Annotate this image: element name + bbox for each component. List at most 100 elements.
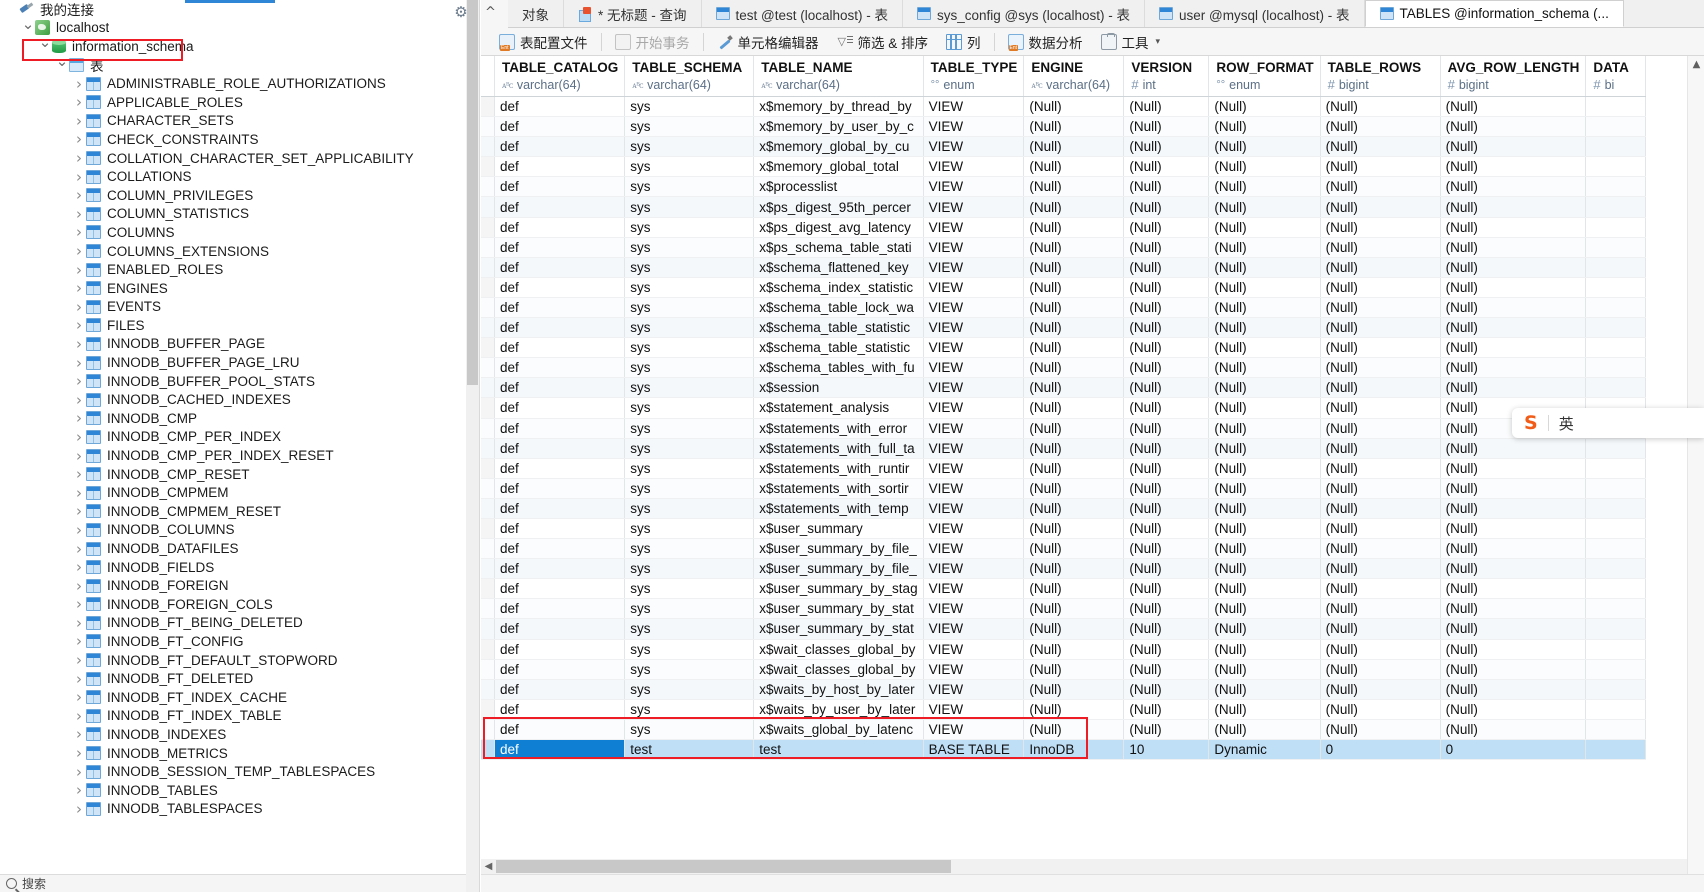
cell-engine[interactable]: (Null) [1024, 579, 1124, 599]
cell-avg_row_length[interactable]: (Null) [1440, 539, 1586, 559]
chevron-right-icon[interactable] [72, 688, 86, 706]
cell-table_rows[interactable]: (Null) [1320, 619, 1440, 639]
cell-avg_row_length[interactable]: 0 [1440, 740, 1586, 760]
table-row[interactable]: defsysx$user_summary_by_statVIEW(Null)(N… [481, 619, 1646, 639]
cell-version[interactable]: 10 [1124, 740, 1209, 760]
cell-table_schema[interactable]: sys [625, 157, 754, 177]
cell-row_format[interactable]: (Null) [1209, 619, 1320, 639]
cell-table_schema[interactable]: sys [625, 699, 754, 719]
cell-version[interactable]: (Null) [1124, 599, 1209, 619]
cell-version[interactable]: (Null) [1124, 237, 1209, 257]
cell-table_catalog[interactable]: def [495, 619, 625, 639]
tree-item-innodb-cmp-reset[interactable]: INNODB_CMP_RESET [0, 465, 479, 484]
row-indicator[interactable] [481, 719, 495, 739]
cell-data[interactable] [1586, 318, 1646, 338]
sidebar-search-status[interactable]: 搜索 [0, 874, 467, 892]
cell-data[interactable] [1586, 719, 1646, 739]
cell-version[interactable]: (Null) [1124, 318, 1209, 338]
cell-table_schema[interactable]: sys [625, 458, 754, 478]
cell-row_format[interactable]: (Null) [1209, 719, 1320, 739]
cell-table_catalog[interactable]: def [495, 398, 625, 418]
cell-table_rows[interactable]: 0 [1320, 740, 1440, 760]
cell-avg_row_length[interactable]: (Null) [1440, 559, 1586, 579]
tree-item-character-sets[interactable]: CHARACTER_SETS [0, 112, 479, 131]
cell-table_type[interactable]: VIEW [923, 297, 1024, 317]
row-indicator[interactable] [481, 740, 495, 760]
tree-item-innodb-ft-index-table[interactable]: INNODB_FT_INDEX_TABLE [0, 707, 479, 726]
tab-sys-config-sys-localhost[interactable]: sys_config @sys (localhost) - 表 [903, 0, 1145, 27]
cell-avg_row_length[interactable]: (Null) [1440, 619, 1586, 639]
tree-item-applicable-roles[interactable]: APPLICABLE_ROLES [0, 93, 479, 112]
cell-engine[interactable]: (Null) [1024, 197, 1124, 217]
cell-version[interactable]: (Null) [1124, 619, 1209, 639]
hscroll-track[interactable] [496, 860, 1687, 873]
row-indicator[interactable] [481, 458, 495, 478]
cell-row_format[interactable]: (Null) [1209, 478, 1320, 498]
cell-table_type[interactable]: VIEW [923, 398, 1024, 418]
cell-table_catalog[interactable]: def [495, 378, 625, 398]
cell-table_type[interactable]: VIEW [923, 358, 1024, 378]
cell-engine[interactable]: (Null) [1024, 539, 1124, 559]
column-header-table_schema[interactable]: TABLE_SCHEMAᴀᴮᴄvarchar(64) [625, 56, 754, 97]
cell-data[interactable] [1586, 157, 1646, 177]
cell-table_type[interactable]: VIEW [923, 97, 1024, 117]
cell-data[interactable] [1586, 237, 1646, 257]
cell-table_rows[interactable]: (Null) [1320, 318, 1440, 338]
tree-item-collations[interactable]: COLLATIONS [0, 167, 479, 186]
chevron-right-icon[interactable] [72, 93, 86, 111]
cell-data[interactable] [1586, 619, 1646, 639]
cell-table_name[interactable]: test [754, 740, 923, 760]
cell-table_rows[interactable]: (Null) [1320, 217, 1440, 237]
table-row[interactable]: defsysx$user_summaryVIEW(Null)(Null)(Nul… [481, 518, 1646, 538]
cell-table_type[interactable]: BASE TABLE [923, 740, 1024, 760]
chevron-right-icon[interactable] [72, 558, 86, 576]
chevron-right-icon[interactable] [72, 577, 86, 595]
cell-table_rows[interactable]: (Null) [1320, 157, 1440, 177]
cell-version[interactable]: (Null) [1124, 297, 1209, 317]
table-row[interactable]: defsysx$waits_by_user_by_laterVIEW(Null)… [481, 699, 1646, 719]
cell-table_catalog[interactable]: def [495, 740, 625, 760]
cell-version[interactable]: (Null) [1124, 398, 1209, 418]
cell-engine[interactable]: (Null) [1024, 97, 1124, 117]
cell-engine[interactable]: (Null) [1024, 257, 1124, 277]
cell-row_format[interactable]: (Null) [1209, 197, 1320, 217]
row-indicator[interactable] [481, 117, 495, 137]
cell-avg_row_length[interactable]: (Null) [1440, 719, 1586, 739]
cell-row_format[interactable]: (Null) [1209, 318, 1320, 338]
grid-header-row[interactable]: TABLE_CATALOGᴀᴮᴄvarchar(64)TABLE_SCHEMAᴀ… [481, 56, 1646, 97]
chevron-right-icon[interactable] [72, 670, 86, 688]
cell-table_name[interactable]: x$wait_classes_global_by [754, 659, 923, 679]
scroll-left-arrow-icon[interactable]: ◀ [481, 861, 496, 872]
cell-table_rows[interactable]: (Null) [1320, 358, 1440, 378]
grid-vertical-scrollbar[interactable]: ▲ ▼ [1687, 56, 1704, 892]
column-header-table_type[interactable]: TABLE_TYPE°°enum [923, 56, 1024, 97]
row-indicator[interactable] [481, 197, 495, 217]
chevron-right-icon[interactable] [72, 725, 86, 743]
cell-row_format[interactable]: (Null) [1209, 358, 1320, 378]
cell-data[interactable] [1586, 539, 1646, 559]
cell-row_format[interactable]: (Null) [1209, 338, 1320, 358]
sidebar-vertical-scrollbar[interactable] [466, 0, 479, 892]
row-indicator[interactable] [481, 338, 495, 358]
row-indicator[interactable] [481, 378, 495, 398]
chevron-down-icon[interactable] [38, 37, 52, 55]
cell-row_format[interactable]: (Null) [1209, 418, 1320, 438]
table-row[interactable]: defsysx$schema_table_statisticVIEW(Null)… [481, 338, 1646, 358]
sidebar-scroll-thumb[interactable] [467, 0, 478, 385]
cell-engine[interactable]: (Null) [1024, 719, 1124, 739]
cell-table_name[interactable]: x$ps_schema_table_stati [754, 237, 923, 257]
cell-table_name[interactable]: x$schema_index_statistic [754, 277, 923, 297]
cell-version[interactable]: (Null) [1124, 559, 1209, 579]
cell-version[interactable]: (Null) [1124, 498, 1209, 518]
connection-tree[interactable]: 我的连接localhostinformation_schema表ADMINIST… [0, 0, 479, 818]
cell-data[interactable] [1586, 699, 1646, 719]
chevron-right-icon[interactable] [72, 763, 86, 781]
cell-avg_row_length[interactable]: (Null) [1440, 237, 1586, 257]
row-indicator[interactable] [481, 699, 495, 719]
cell-table_type[interactable]: VIEW [923, 237, 1024, 257]
cell-table_rows[interactable]: (Null) [1320, 177, 1440, 197]
cell-table_catalog[interactable]: def [495, 659, 625, 679]
tree-item-administrable-role-authorizations[interactable]: ADMINISTRABLE_ROLE_AUTHORIZATIONS [0, 74, 479, 93]
cell-data[interactable] [1586, 478, 1646, 498]
cell-version[interactable]: (Null) [1124, 679, 1209, 699]
